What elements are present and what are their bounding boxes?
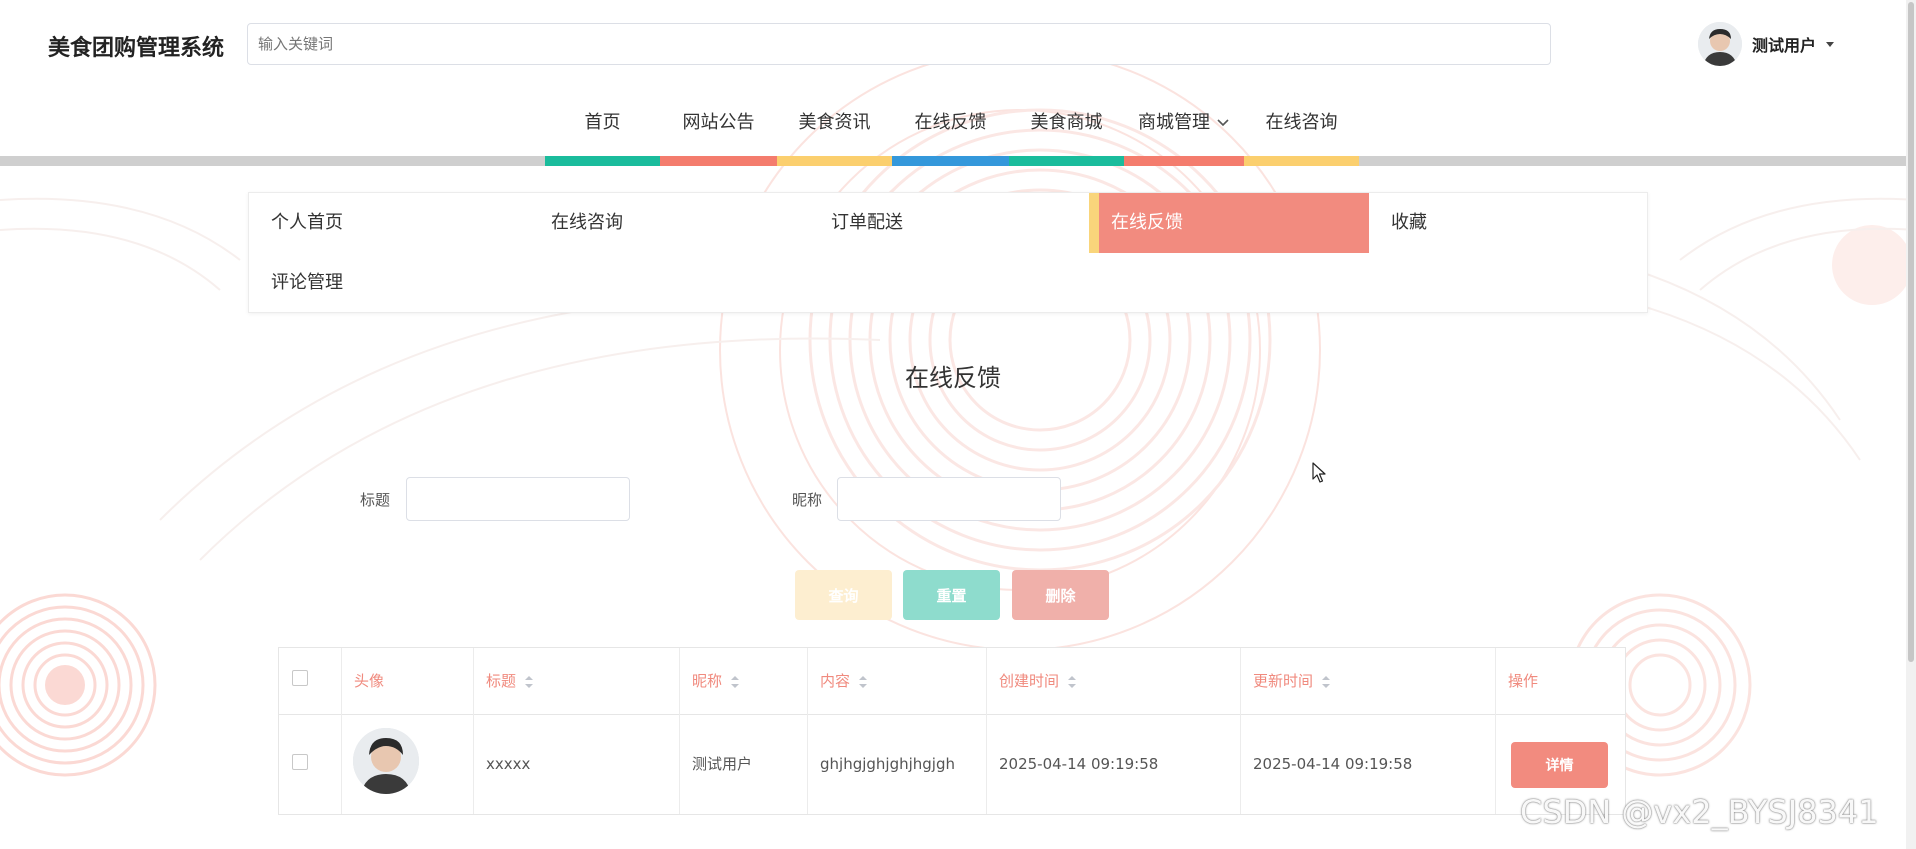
header-label: 头像 — [354, 672, 385, 690]
submenu-item-profile[interactable]: 个人首页 — [249, 193, 529, 253]
mouse-cursor-icon — [1312, 462, 1326, 483]
query-button[interactable]: 查询 — [795, 570, 892, 620]
title-filter-input[interactable] — [406, 477, 630, 521]
submenu-label: 在线反馈 — [1111, 212, 1183, 233]
submenu-label: 收藏 — [1391, 212, 1427, 233]
submenu-label: 个人首页 — [271, 212, 343, 233]
table-header-title[interactable]: 标题 — [474, 648, 680, 714]
nav-item-consult[interactable]: 在线咨询 — [1244, 100, 1359, 146]
sort-icon — [525, 675, 534, 688]
nav-strip-announcement — [660, 156, 777, 166]
submenu-item-delivery[interactable]: 订单配送 — [809, 193, 1089, 253]
nav-strip-mall-management — [1124, 156, 1244, 166]
nav-strip-consult — [1244, 156, 1359, 166]
nav-item-announcement[interactable]: 网站公告 — [660, 100, 777, 146]
caret-down-icon — [1826, 41, 1835, 47]
nav-strip-home — [545, 156, 660, 166]
app-title: 美食团购管理系统 — [48, 36, 225, 61]
table-cell-nickname: 测试用户 — [680, 714, 808, 814]
header-label: 创建时间 — [999, 672, 1060, 690]
nav-item-feedback[interactable]: 在线反馈 — [892, 100, 1009, 146]
submenu-item-comments[interactable]: 评论管理 — [249, 253, 529, 313]
select-all-checkbox[interactable] — [292, 670, 308, 686]
header-label: 昵称 — [692, 672, 723, 690]
nav-strip-feedback — [892, 156, 1009, 166]
delete-button[interactable]: 删除 — [1012, 570, 1109, 620]
nav-item-food-mall[interactable]: 美食商城 — [1009, 100, 1124, 146]
page-title: 在线反馈 — [905, 364, 1001, 392]
nav-label: 在线反馈 — [914, 112, 987, 133]
table-cell-select — [279, 714, 342, 814]
sort-icon — [859, 675, 868, 688]
table-header-nickname[interactable]: 昵称 — [680, 648, 808, 714]
sort-icon — [731, 675, 740, 688]
title-filter-label: 标题 — [360, 491, 391, 509]
nav-strip-food-mall — [1009, 156, 1124, 166]
submenu-item-feedback[interactable]: 在线反馈 — [1089, 193, 1369, 253]
table-header-action: 操作 — [1496, 648, 1625, 714]
scrollbar-thumb[interactable] — [1908, 2, 1914, 662]
nav-label: 首页 — [584, 112, 621, 133]
nav-item-mall-management[interactable]: 商城管理 — [1124, 100, 1244, 146]
nickname-filter-input[interactable] — [837, 477, 1061, 521]
header-label: 内容 — [820, 672, 851, 690]
table-header-select — [279, 648, 342, 714]
search-box — [247, 23, 1551, 65]
nav-label: 网站公告 — [682, 112, 755, 133]
table-header-updated[interactable]: 更新时间 — [1241, 648, 1496, 714]
sort-icon — [1068, 675, 1077, 688]
table-cell-created: 2025-04-14 09:19:58 — [987, 714, 1241, 814]
avatar — [1698, 22, 1742, 66]
nav-label: 商城管理 — [1138, 112, 1210, 133]
top-header: 美食团购管理系统 测试用户 — [0, 0, 1916, 90]
table-cell-content: ghjhgjghjghjhgjgh — [808, 714, 987, 814]
nav-item-food-news[interactable]: 美食资讯 — [777, 100, 892, 146]
search-input[interactable] — [248, 24, 1550, 64]
submenu-label: 评论管理 — [271, 272, 343, 293]
nav-label: 美食商城 — [1030, 112, 1103, 133]
table-header-created[interactable]: 创建时间 — [987, 648, 1241, 714]
nav-item-home[interactable]: 首页 — [545, 100, 660, 146]
avatar — [353, 728, 419, 794]
nickname-filter-label: 昵称 — [792, 491, 823, 509]
nav-label: 美食资讯 — [798, 112, 871, 133]
nav-label: 在线咨询 — [1265, 112, 1338, 133]
nav-strip-food-news — [777, 156, 892, 166]
header-label: 更新时间 — [1253, 672, 1314, 690]
detail-button[interactable]: 详情 — [1511, 742, 1608, 788]
reset-button[interactable]: 重置 — [903, 570, 1000, 620]
table-cell-updated: 2025-04-14 09:19:58 — [1241, 714, 1496, 814]
table-header-avatar: 头像 — [342, 648, 474, 714]
user-menu[interactable]: 测试用户 — [1698, 22, 1835, 66]
table-cell-title: xxxxx — [474, 714, 680, 814]
submenu-item-consult[interactable]: 在线咨询 — [529, 193, 809, 253]
submenu-label: 在线咨询 — [551, 212, 623, 233]
header-label: 操作 — [1508, 672, 1539, 690]
chevron-down-icon — [1217, 119, 1229, 127]
watermark: CSDN @vx2_BYSJ8341 — [1520, 793, 1879, 831]
feedback-table: 头像 标题 昵称 内容 创建时间 更新时间 操作 xxxxx 测试用户 ghjh… — [278, 647, 1626, 815]
submenu-label: 订单配送 — [831, 212, 903, 233]
submenu-item-favorites[interactable]: 收藏 — [1369, 193, 1649, 253]
header-label: 标题 — [486, 672, 517, 690]
user-center-menu: 个人首页 在线咨询 订单配送 在线反馈 收藏 评论管理 — [248, 192, 1648, 313]
user-name: 测试用户 — [1752, 36, 1817, 55]
row-checkbox[interactable] — [292, 754, 308, 770]
table-header-content[interactable]: 内容 — [808, 648, 987, 714]
sort-icon — [1322, 675, 1331, 688]
